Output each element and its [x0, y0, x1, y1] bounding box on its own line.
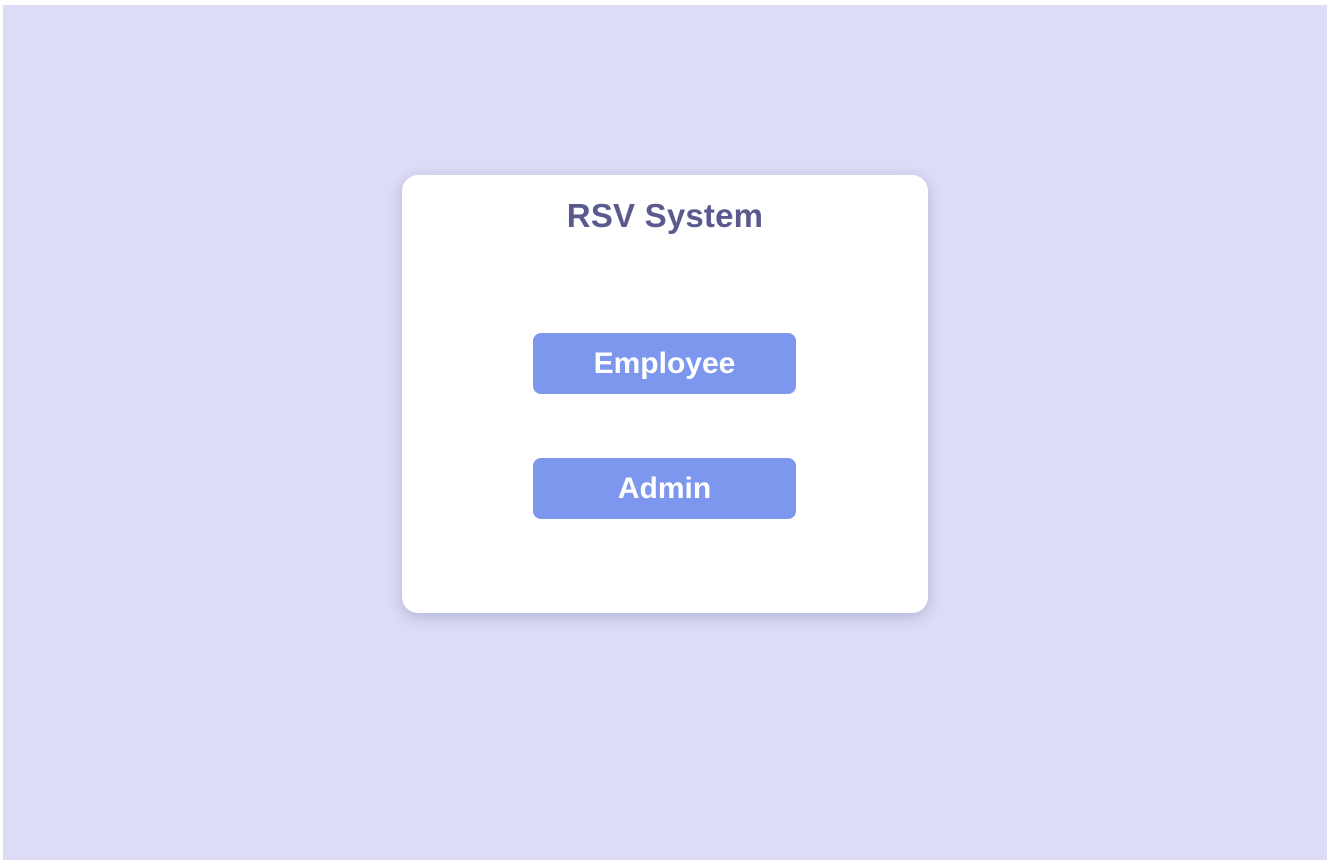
page-title: RSV System	[566, 197, 764, 234]
page-background: RSV System Employee Admin	[3, 5, 1327, 860]
role-selection-card: RSV System Employee Admin	[402, 175, 928, 613]
employee-button[interactable]: Employee	[533, 333, 796, 394]
admin-button[interactable]: Admin	[533, 458, 796, 519]
